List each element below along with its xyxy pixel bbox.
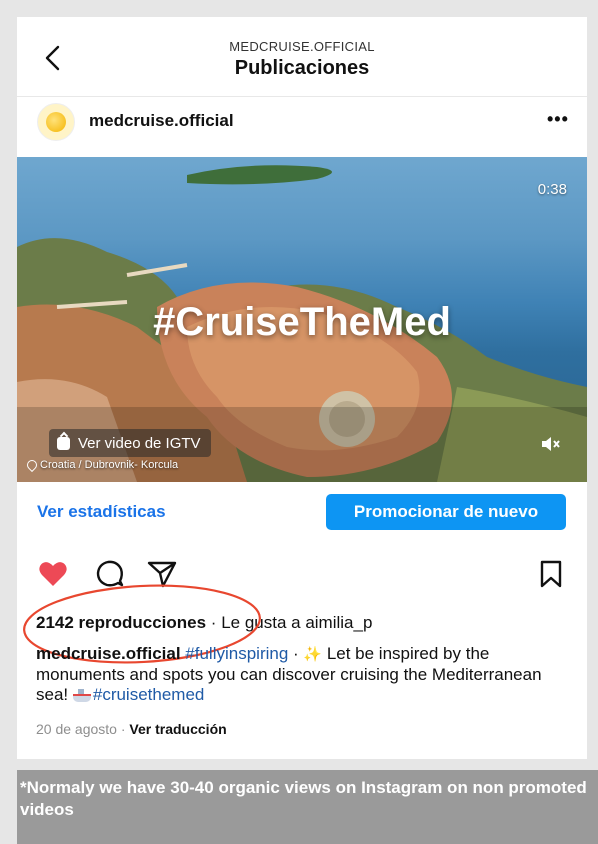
footnote-banner: *Normaly we have 30-40 organic views on … bbox=[17, 770, 598, 844]
sparkles-icon: ✨ bbox=[303, 646, 323, 663]
page-title: Publicaciones bbox=[234, 57, 370, 79]
post-caption: medcruise.official #fullyinspiring · ✨ L… bbox=[36, 644, 576, 705]
caption-hashtag-1[interactable]: #fullyinspiring bbox=[185, 644, 288, 663]
heart-icon[interactable] bbox=[37, 558, 69, 590]
video-media[interactable]: 0:38 #CruiseTheMed Ver video de IGTV Cro… bbox=[17, 157, 587, 482]
caption-author[interactable]: medcruise.official bbox=[36, 644, 181, 663]
video-duration: 0:38 bbox=[537, 181, 567, 198]
location-tag[interactable]: Croatia / Dubrovnik- Korcula bbox=[24, 457, 179, 473]
cruise-ship-icon bbox=[72, 689, 91, 702]
caption-hashtag-2[interactable]: #cruisethemed bbox=[93, 685, 205, 704]
bookmark-icon[interactable] bbox=[535, 558, 567, 590]
igtv-button[interactable]: Ver video de IGTV bbox=[49, 429, 211, 457]
share-icon[interactable] bbox=[146, 558, 178, 590]
post-screen: MEDCRUISE.OFFICIAL Publicaciones medcrui… bbox=[17, 17, 587, 759]
location-label: Croatia / Dubrovnik- Korcula bbox=[40, 459, 179, 471]
promote-again-button[interactable]: Promocionar de nuevo bbox=[326, 494, 566, 530]
igtv-label: Ver video de IGTV bbox=[78, 434, 201, 452]
mute-icon[interactable] bbox=[539, 433, 561, 455]
caption-mid: · bbox=[288, 644, 304, 663]
comment-icon[interactable] bbox=[94, 558, 126, 590]
view-insights-link[interactable]: Ver estadísticas bbox=[37, 502, 166, 522]
more-icon[interactable]: ••• bbox=[547, 110, 569, 128]
separator: · bbox=[206, 613, 222, 632]
views-count[interactable]: 2142 reproducciones bbox=[36, 613, 206, 632]
location-pin-icon bbox=[24, 457, 40, 473]
avatar[interactable] bbox=[37, 103, 75, 141]
header-divider bbox=[17, 96, 587, 97]
likes-prefix: Le gusta a bbox=[221, 613, 306, 632]
post-date-row: 20 de agosto · Ver traducción bbox=[36, 721, 227, 737]
liked-by-user[interactable]: aimilia_p bbox=[305, 613, 372, 632]
post-username[interactable]: medcruise.official bbox=[89, 111, 234, 131]
account-name-header: MEDCRUISE.OFFICIAL bbox=[229, 39, 375, 54]
views-and-likes: 2142 reproducciones · Le gusta a aimilia… bbox=[36, 613, 372, 633]
hashtag-overlay: #CruiseTheMed bbox=[153, 300, 451, 344]
see-translation-link[interactable]: Ver traducción bbox=[129, 721, 226, 737]
igtv-icon bbox=[57, 436, 70, 450]
post-date: 20 de agosto bbox=[36, 721, 117, 737]
